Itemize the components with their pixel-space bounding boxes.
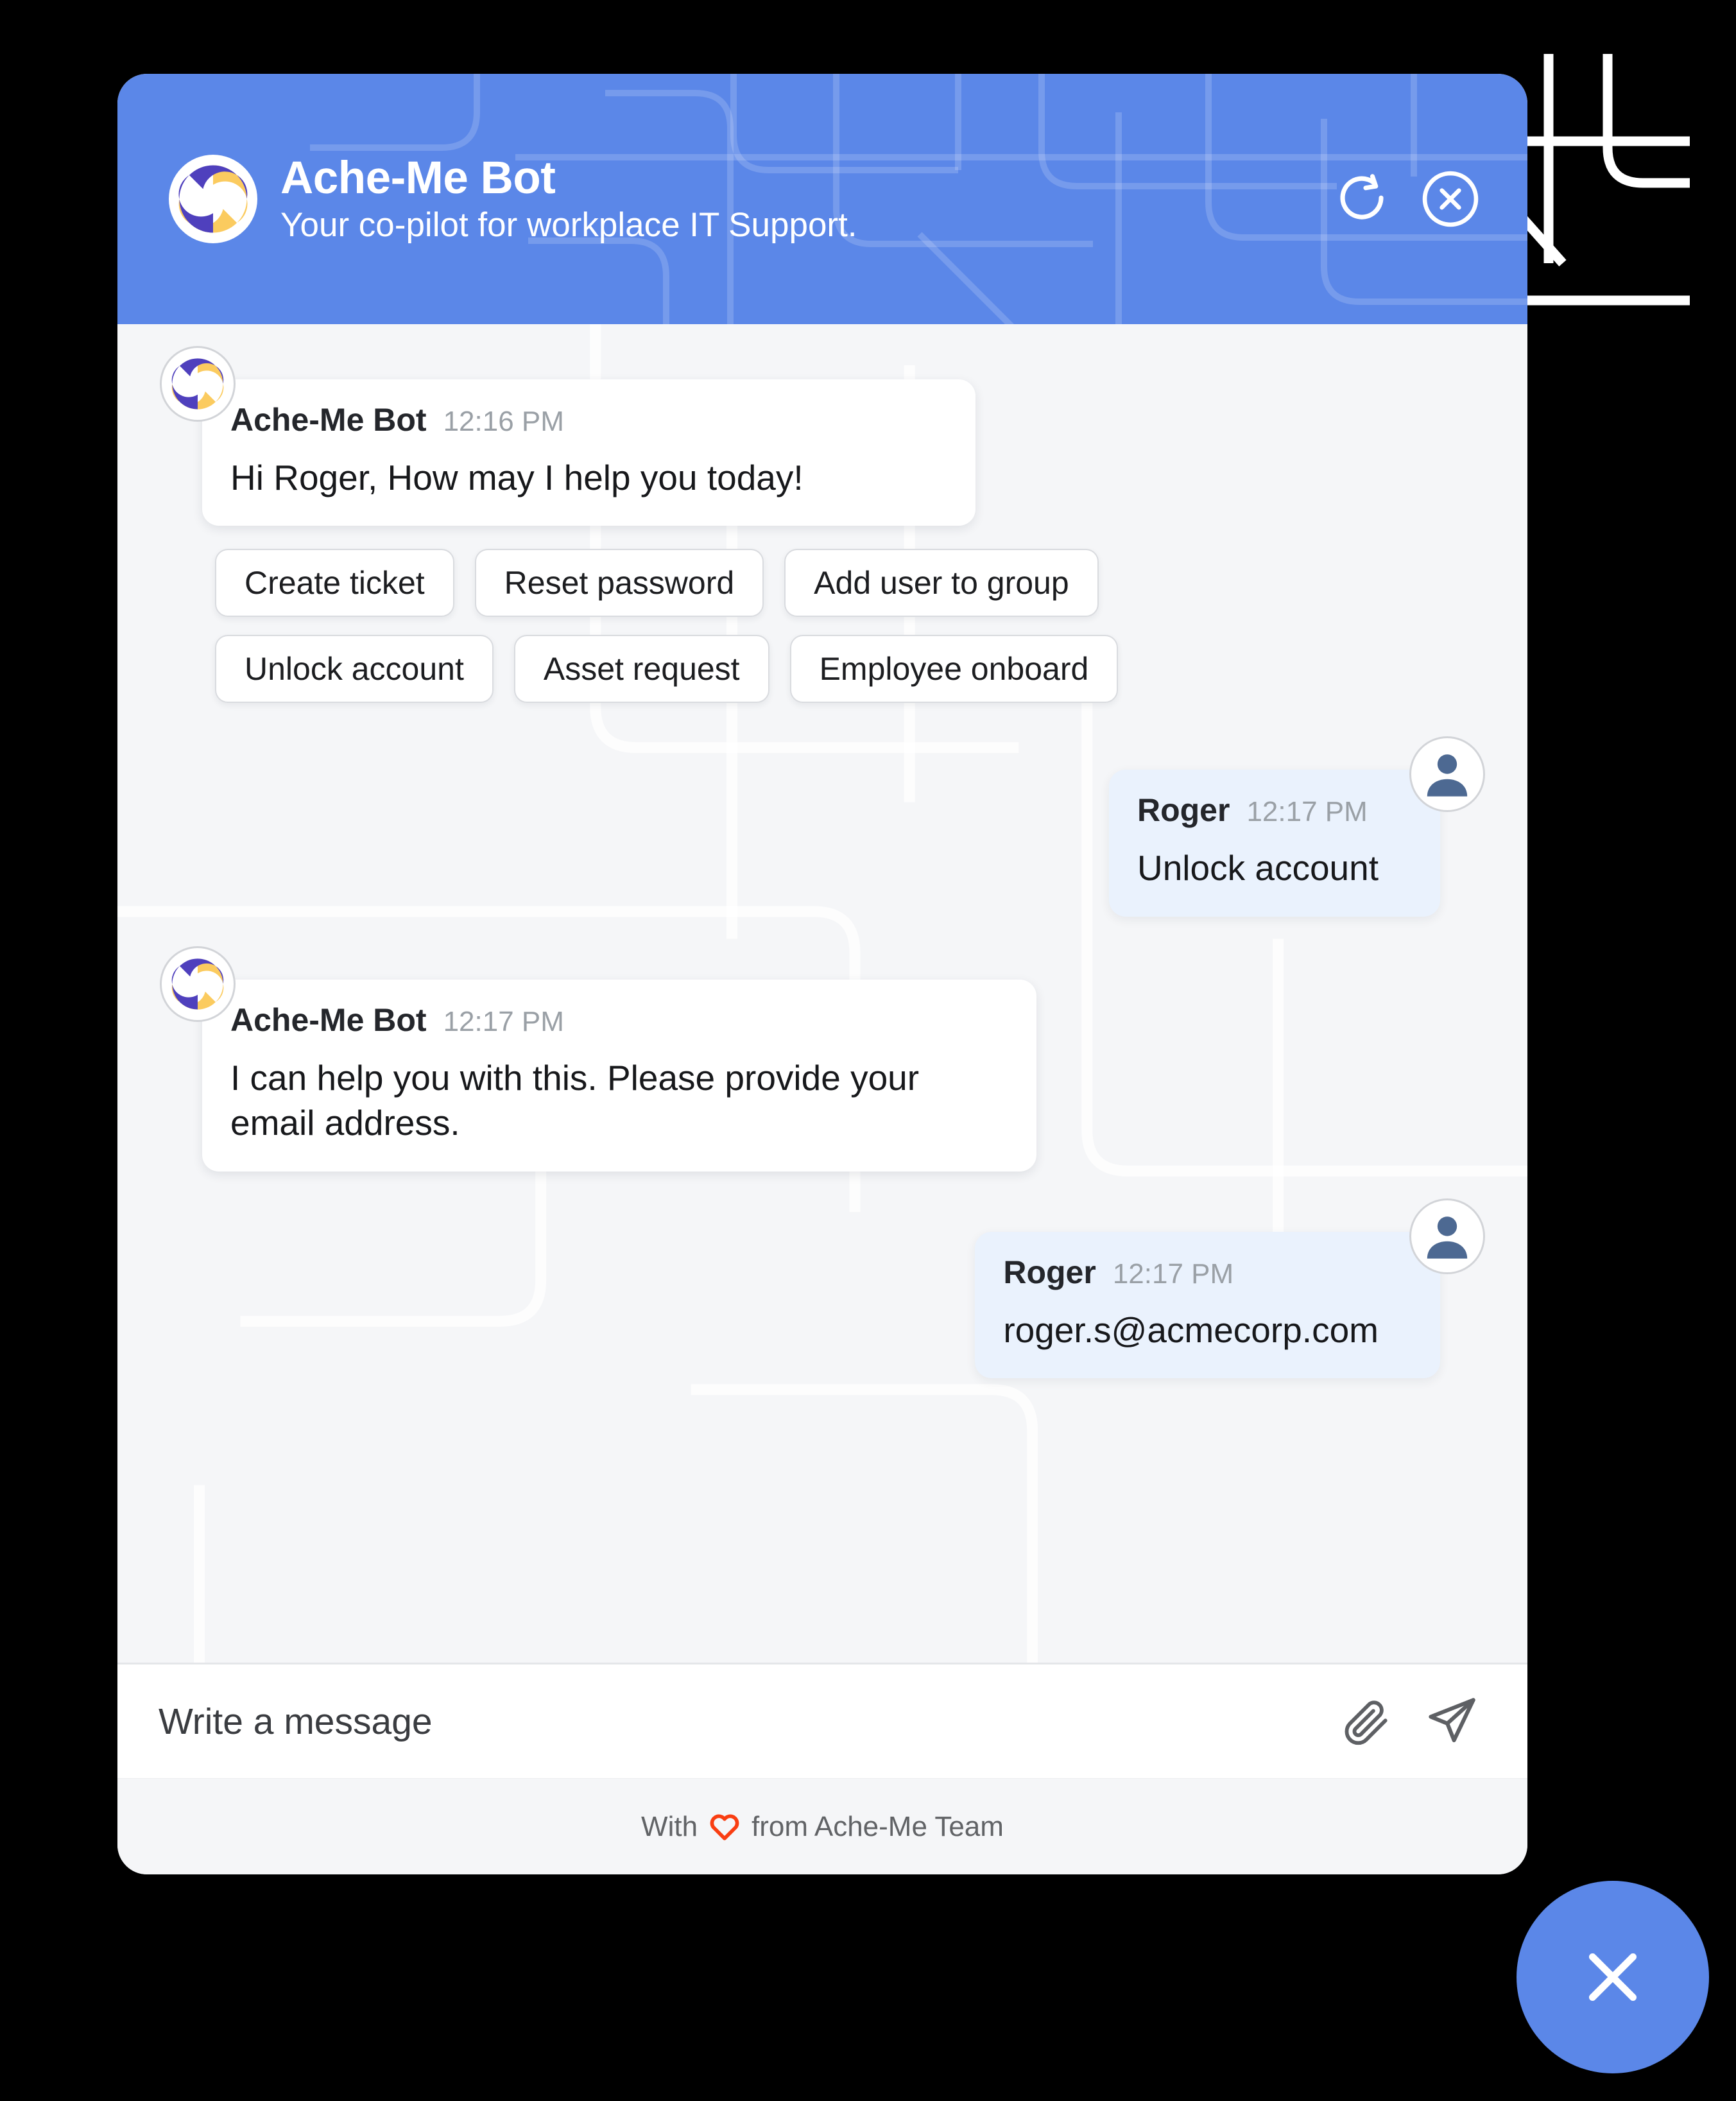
message-timestamp: 12:16 PM [443, 406, 564, 437]
chat-header: Ache-Me Bot Your co-pilot for workplace … [117, 74, 1527, 324]
message-bubble: Ache-Me Bot 12:16 PM Hi Roger, How may I… [202, 379, 975, 526]
footer-prefix: With [641, 1810, 698, 1842]
message-input[interactable] [159, 1700, 1312, 1743]
message-meta: Ache-Me Bot 12:17 PM [230, 1001, 1008, 1039]
message-timestamp: 12:17 PM [1112, 1258, 1234, 1290]
message-timestamp: 12:17 PM [443, 1005, 564, 1037]
refresh-button[interactable] [1331, 168, 1393, 230]
avatar-bot [160, 946, 236, 1022]
message-text: Hi Roger, How may I help you today! [230, 458, 804, 497]
message-sender: Ache-Me Bot [230, 402, 427, 438]
header-actions [1331, 168, 1481, 230]
close-icon [1588, 1953, 1637, 2002]
heart-icon [708, 1810, 741, 1844]
message-meta: Ache-Me Bot 12:16 PM [230, 401, 947, 438]
message-meta: Roger 12:17 PM [1003, 1254, 1379, 1291]
message-composer [117, 1663, 1527, 1778]
message-timestamp: 12:17 PM [1246, 796, 1368, 828]
avatar-user [1409, 736, 1485, 813]
user-avatar-icon [1427, 1216, 1468, 1259]
paperclip-icon [1345, 1700, 1388, 1745]
chat-footer: With from Ache-Me Team [117, 1778, 1527, 1874]
paper-plane-icon [1429, 1697, 1475, 1742]
message-row-user-2: Roger 12:17 PM roger.s@acmecorp.com [160, 1198, 1485, 1378]
message-row-bot-2: Ache-Me Bot 12:17 PM I can help you with… [160, 946, 1485, 1172]
quick-reply-employee-onboard[interactable]: Employee onboard [789, 635, 1119, 704]
close-button[interactable] [1420, 168, 1481, 230]
user-avatar-icon [1427, 754, 1468, 797]
message-text: Unlock account [1137, 848, 1379, 888]
ache-me-logo-icon [164, 950, 231, 1017]
message-text: I can help you with this. Please provide… [230, 1057, 920, 1143]
page-title: Ache-Me Bot [280, 152, 556, 203]
avatar-bot [160, 346, 236, 422]
message-sender: Roger [1003, 1254, 1096, 1290]
brand-block: Ache-Me Bot Your co-pilot for workplace … [169, 152, 1331, 245]
decorative-line-art [1511, 54, 1690, 306]
message-bubble: Roger 12:17 PM Unlock account [1108, 770, 1440, 917]
attach-button[interactable] [1337, 1692, 1397, 1751]
quick-reply-add-user-to-group[interactable]: Add user to group [784, 549, 1099, 618]
screen: Ache-Me Bot Your co-pilot for workplace … [0, 0, 1736, 2101]
send-button[interactable] [1422, 1692, 1481, 1751]
message-sender: Ache-Me Bot [230, 1001, 427, 1038]
ache-me-logo-icon [164, 350, 231, 417]
close-circle-icon [1422, 171, 1479, 227]
message-sender: Roger [1137, 792, 1230, 829]
message-row-bot-1: Ache-Me Bot 12:16 PM Hi Roger, How may I… [160, 346, 1485, 526]
header-subtitle: Your co-pilot for workplace IT Support. [280, 205, 857, 244]
quick-reply-reset-password[interactable]: Reset password [474, 549, 764, 618]
quick-reply-create-ticket[interactable]: Create ticket [215, 549, 454, 618]
footer-suffix: from Ache-Me Team [752, 1810, 1004, 1842]
chat-widget-card: Ache-Me Bot Your co-pilot for workplace … [117, 74, 1527, 1874]
quick-reply-asset-request[interactable]: Asset request [513, 635, 769, 704]
quick-reply-list: Create ticket Reset password Add user to… [215, 549, 1383, 704]
message-row-user-1: Roger 12:17 PM Unlock account [160, 736, 1485, 917]
message-text: roger.s@acmecorp.com [1003, 1310, 1379, 1350]
quick-reply-unlock-account[interactable]: Unlock account [215, 635, 494, 704]
chat-message-list[interactable]: Ache-Me Bot 12:16 PM Hi Roger, How may I… [117, 324, 1527, 1663]
refresh-icon [1340, 174, 1384, 220]
message-meta: Roger 12:17 PM [1137, 791, 1379, 829]
message-bubble: Roger 12:17 PM roger.s@acmecorp.com [975, 1231, 1440, 1378]
close-chat-fab[interactable] [1517, 1881, 1709, 2073]
avatar-user [1409, 1198, 1485, 1274]
ache-me-logo-icon [169, 154, 257, 243]
message-bubble: Ache-Me Bot 12:17 PM I can help you with… [202, 979, 1036, 1172]
